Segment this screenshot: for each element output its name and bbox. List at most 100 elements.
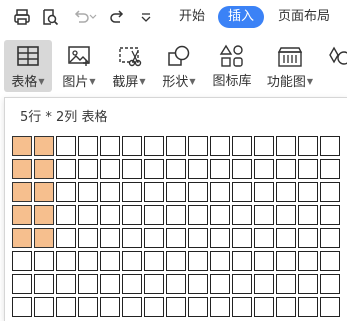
- table-grid-cell[interactable]: [232, 159, 252, 179]
- table-button[interactable]: 表格▼: [4, 40, 52, 94]
- table-grid-cell[interactable]: [320, 182, 340, 202]
- table-grid-cell[interactable]: [144, 251, 164, 271]
- table-grid-cell[interactable]: [188, 159, 208, 179]
- table-grid-cell[interactable]: [34, 297, 54, 317]
- table-grid-cell[interactable]: [34, 228, 54, 248]
- table-grid-cell[interactable]: [210, 136, 230, 156]
- screenshot-button[interactable]: 截屏▼: [106, 40, 152, 94]
- table-grid-cell[interactable]: [78, 205, 98, 225]
- table-grid-cell[interactable]: [166, 274, 186, 294]
- table-grid-cell[interactable]: [34, 159, 54, 179]
- table-grid-cell[interactable]: [254, 274, 274, 294]
- table-grid-cell[interactable]: [320, 228, 340, 248]
- table-grid-cell[interactable]: [56, 228, 76, 248]
- table-grid-cell[interactable]: [78, 182, 98, 202]
- print-preview-icon[interactable]: [40, 6, 60, 28]
- table-grid-cell[interactable]: [56, 297, 76, 317]
- table-grid-cell[interactable]: [320, 205, 340, 225]
- table-grid-cell[interactable]: [78, 297, 98, 317]
- table-grid-cell[interactable]: [56, 136, 76, 156]
- table-grid-cell[interactable]: [34, 136, 54, 156]
- table-grid-cell[interactable]: [320, 159, 340, 179]
- table-grid-cell[interactable]: [56, 159, 76, 179]
- table-grid-cell[interactable]: [100, 159, 120, 179]
- table-grid-cell[interactable]: [78, 159, 98, 179]
- table-grid-cell[interactable]: [210, 297, 230, 317]
- table-grid-cell[interactable]: [122, 274, 142, 294]
- table-grid-cell[interactable]: [188, 228, 208, 248]
- table-grid-cell[interactable]: [122, 228, 142, 248]
- table-grid-cell[interactable]: [276, 251, 296, 271]
- table-grid-cell[interactable]: [188, 205, 208, 225]
- table-grid-cell[interactable]: [166, 136, 186, 156]
- table-grid-cell[interactable]: [122, 136, 142, 156]
- table-grid-cell[interactable]: [166, 228, 186, 248]
- table-grid-cell[interactable]: [100, 205, 120, 225]
- table-grid-cell[interactable]: [188, 297, 208, 317]
- table-grid-cell[interactable]: [254, 228, 274, 248]
- table-grid-cell[interactable]: [12, 159, 32, 179]
- table-grid-cell[interactable]: [100, 251, 120, 271]
- table-grid-cell[interactable]: [254, 251, 274, 271]
- table-grid-cell[interactable]: [12, 297, 32, 317]
- table-grid-cell[interactable]: [254, 182, 274, 202]
- table-grid-cell[interactable]: [210, 159, 230, 179]
- table-grid-cell[interactable]: [254, 297, 274, 317]
- table-grid-cell[interactable]: [298, 136, 318, 156]
- table-grid-cell[interactable]: [188, 274, 208, 294]
- table-grid-cell[interactable]: [320, 297, 340, 317]
- table-grid-cell[interactable]: [298, 297, 318, 317]
- table-grid-cell[interactable]: [210, 182, 230, 202]
- table-grid-cell[interactable]: [276, 159, 296, 179]
- table-grid-cell[interactable]: [254, 136, 274, 156]
- table-grid-cell[interactable]: [78, 228, 98, 248]
- table-grid-cell[interactable]: [166, 251, 186, 271]
- table-grid-cell[interactable]: [276, 297, 296, 317]
- table-grid-cell[interactable]: [122, 159, 142, 179]
- table-grid-cell[interactable]: [254, 205, 274, 225]
- table-grid-cell[interactable]: [298, 159, 318, 179]
- function-chart-button[interactable]: 功能图▼: [262, 40, 318, 94]
- table-grid-cell[interactable]: [144, 274, 164, 294]
- table-grid-cell[interactable]: [144, 182, 164, 202]
- icon-library-button[interactable]: 图标库: [208, 40, 256, 94]
- table-grid-cell[interactable]: [144, 228, 164, 248]
- table-grid-cell[interactable]: [320, 251, 340, 271]
- table-grid-cell[interactable]: [100, 182, 120, 202]
- table-grid-cell[interactable]: [298, 228, 318, 248]
- table-grid-cell[interactable]: [276, 274, 296, 294]
- table-grid-cell[interactable]: [34, 182, 54, 202]
- table-grid-cell[interactable]: [100, 228, 120, 248]
- table-grid-cell[interactable]: [320, 274, 340, 294]
- table-grid-cell[interactable]: [232, 136, 252, 156]
- table-grid-cell[interactable]: [12, 251, 32, 271]
- table-grid-cell[interactable]: [12, 136, 32, 156]
- table-grid-cell[interactable]: [56, 251, 76, 271]
- table-grid-cell[interactable]: [232, 205, 252, 225]
- table-grid-cell[interactable]: [320, 136, 340, 156]
- table-grid-cell[interactable]: [276, 136, 296, 156]
- table-grid-cell[interactable]: [210, 228, 230, 248]
- undo-dropdown-icon[interactable]: [88, 6, 98, 28]
- table-grid-cell[interactable]: [276, 228, 296, 248]
- table-grid-cell[interactable]: [78, 274, 98, 294]
- table-grid-cell[interactable]: [188, 251, 208, 271]
- more-ribbon-button[interactable]: [326, 40, 347, 94]
- tab-page-layout[interactable]: 页面布局: [278, 6, 330, 28]
- table-grid-cell[interactable]: [144, 136, 164, 156]
- table-grid-cell[interactable]: [166, 182, 186, 202]
- table-grid-cell[interactable]: [210, 251, 230, 271]
- table-grid-cell[interactable]: [78, 251, 98, 271]
- table-grid-cell[interactable]: [298, 251, 318, 271]
- table-grid-cell[interactable]: [100, 274, 120, 294]
- table-grid-cell[interactable]: [34, 251, 54, 271]
- table-grid-cell[interactable]: [298, 182, 318, 202]
- table-grid-cell[interactable]: [144, 159, 164, 179]
- redo-icon[interactable]: [107, 6, 127, 28]
- table-grid-cell[interactable]: [122, 297, 142, 317]
- tab-home[interactable]: 开始: [179, 6, 205, 28]
- table-grid-cell[interactable]: [298, 205, 318, 225]
- table-grid-cell[interactable]: [232, 297, 252, 317]
- table-grid-cell[interactable]: [188, 182, 208, 202]
- print-icon[interactable]: [12, 6, 32, 28]
